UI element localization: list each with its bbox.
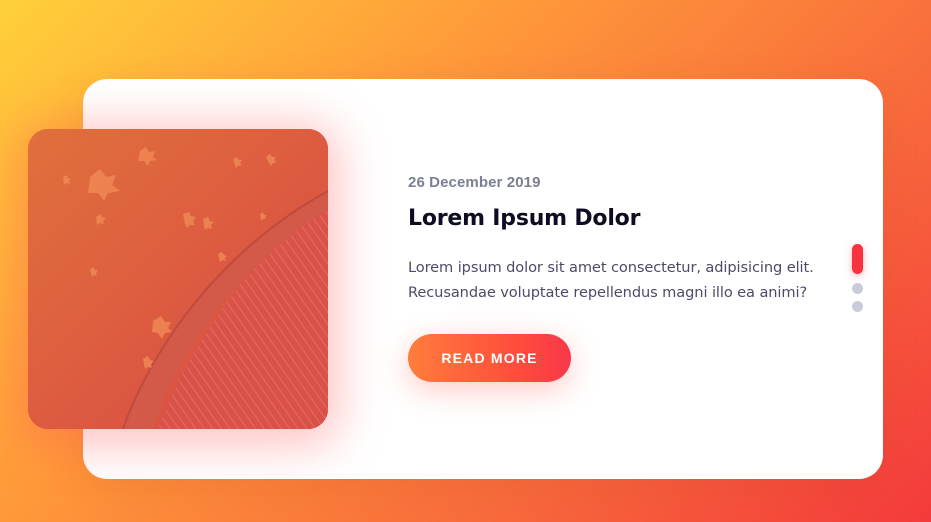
pagination-dot[interactable] <box>852 283 863 294</box>
slider-pagination <box>851 244 865 319</box>
post-description: Lorem ipsum dolor sit amet consectetur, … <box>408 259 814 301</box>
post-image <box>28 129 328 429</box>
read-more-button[interactable]: READ MORE <box>408 334 571 382</box>
pagination-dot[interactable] <box>852 301 863 312</box>
pagination-dot-active[interactable] <box>852 244 863 274</box>
post-date: 26 December 2019 <box>408 174 541 191</box>
post-title: Lorem Ipsum Dolor <box>408 206 641 231</box>
autumn-leaves-pavement-image <box>28 129 328 429</box>
